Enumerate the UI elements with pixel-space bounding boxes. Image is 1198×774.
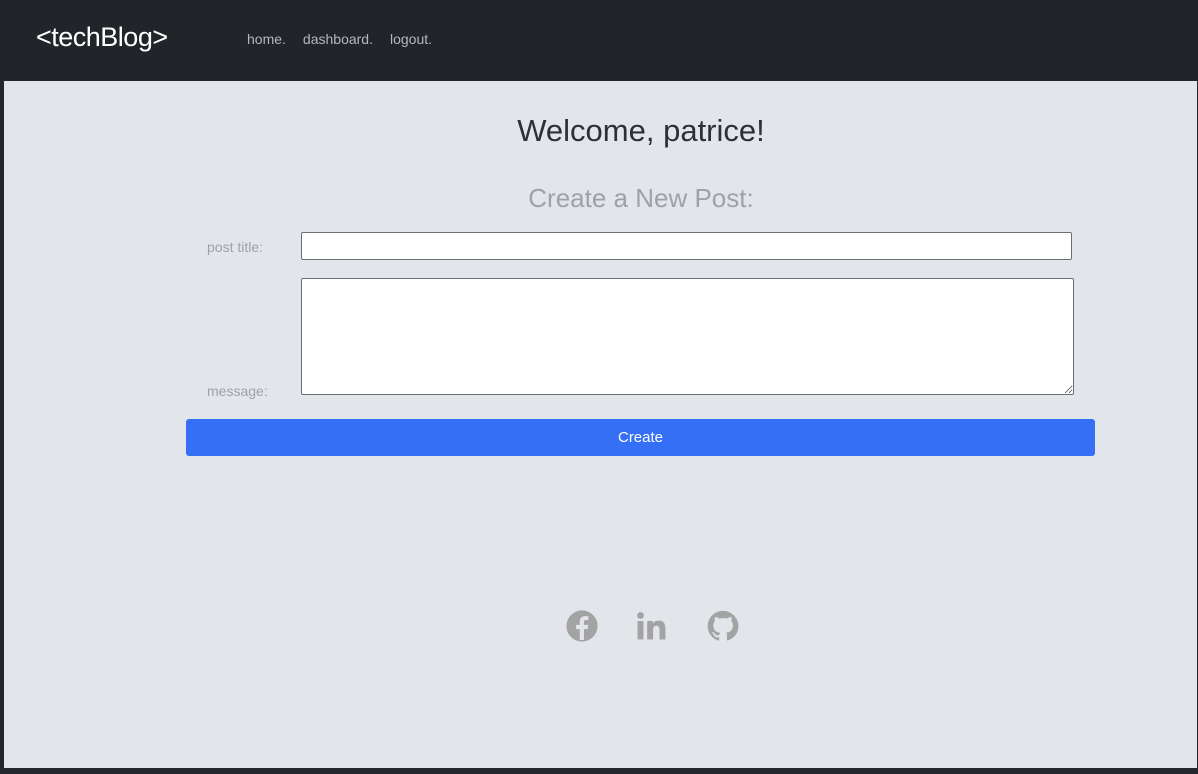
linkedin-icon[interactable] — [634, 609, 668, 643]
message-label: message: — [207, 383, 268, 399]
welcome-heading: Welcome, patrice! — [517, 113, 765, 148]
brand-logo[interactable]: <techBlog> — [36, 22, 168, 53]
main-content: Welcome, patrice! Create a New Post: pos… — [4, 81, 1197, 768]
nav-links: home. dashboard. logout. — [247, 31, 432, 47]
github-icon[interactable] — [706, 609, 740, 643]
post-title-input[interactable] — [301, 232, 1072, 260]
app-window: <techBlog> home. dashboard. logout. Welc… — [0, 0, 1198, 774]
nav-dashboard-link[interactable]: dashboard. — [303, 31, 373, 47]
post-title-label: post title: — [207, 239, 264, 255]
create-button[interactable]: Create — [186, 419, 1095, 456]
nav-home-link[interactable]: home. — [247, 31, 286, 47]
facebook-icon[interactable] — [565, 609, 599, 643]
nav-logout-link[interactable]: logout. — [390, 31, 432, 47]
message-textarea[interactable] — [301, 278, 1074, 395]
navbar: <techBlog> home. dashboard. logout. — [0, 0, 1198, 80]
create-post-heading: Create a New Post: — [528, 183, 754, 213]
